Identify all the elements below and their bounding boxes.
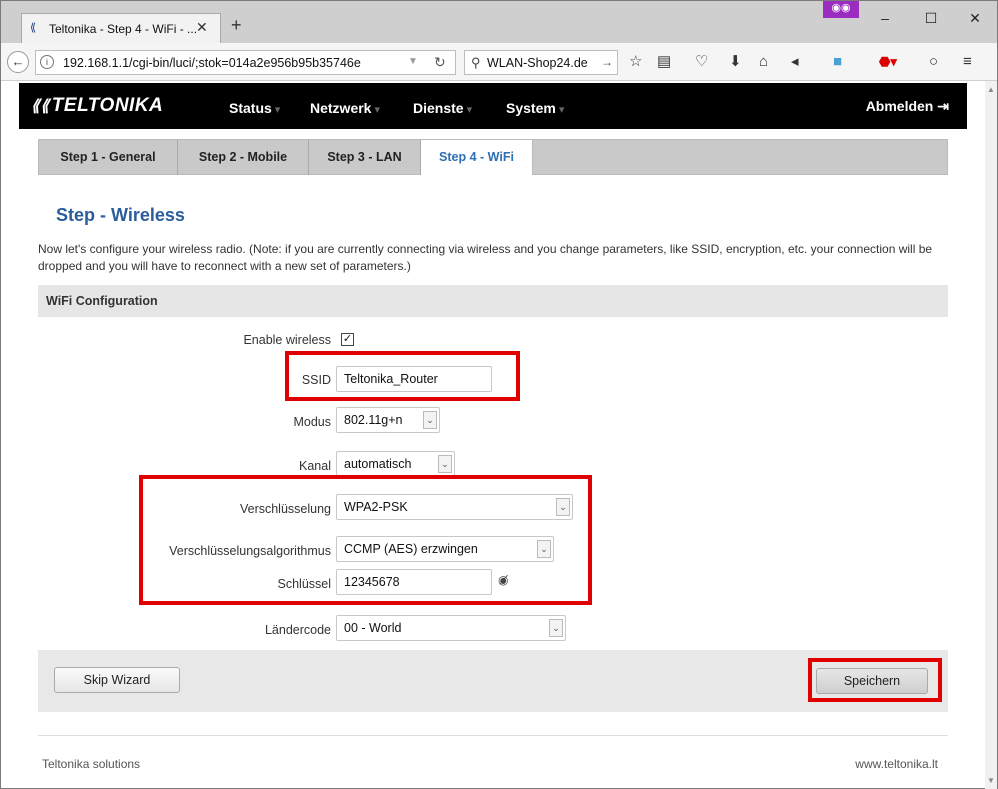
home-icon[interactable]: ⌂ (759, 54, 768, 70)
bookmark-star-icon[interactable]: ☆ (629, 54, 642, 70)
search-icon: ⚲ (471, 55, 481, 70)
minimize-button[interactable]: – (865, 5, 905, 31)
teltonika-favicon-icon: ⟪ (30, 22, 37, 34)
download-icon[interactable]: ⬇ (729, 54, 742, 70)
chevron-down-icon: ▾ (274, 104, 281, 116)
info-icon[interactable]: i (40, 55, 54, 69)
chevron-down-icon: ▾ (466, 104, 473, 116)
address-bar[interactable]: i 192.168.1.1/cgi-bin/luci/;stok=014a2e9… (35, 50, 456, 75)
enable-wireless-checkbox[interactable]: ✓ (341, 333, 354, 346)
footer-divider (38, 735, 948, 736)
enable-wireless-label: Enable wireless (243, 333, 331, 347)
section-title: WiFi Configuration (46, 294, 158, 308)
tab-title: Teltonika - Step 4 - WiFi - ... (49, 22, 198, 36)
mode-value: 802.11g+n (344, 413, 403, 427)
main-content: Step - Wireless Now let's configure your… (38, 175, 948, 787)
back-button[interactable]: ← (7, 51, 29, 73)
close-tab-icon[interactable]: ✕ (196, 19, 208, 36)
page-title: Step - Wireless (56, 205, 185, 225)
tab-step-1[interactable]: Step 1 - General (39, 140, 178, 175)
wizard-steps: Step 1 - General Step 2 - Mobile Step 3 … (38, 139, 948, 175)
title-bar: ⟪ Teltonika - Step 4 - WiFi - ... ✕ + ◉◉… (1, 1, 997, 43)
section-header: WiFi Configuration (38, 285, 948, 317)
logo-text: TELTONIKA (51, 95, 164, 116)
channel-label: Kanal (299, 459, 331, 473)
menu-services[interactable]: Dienste ▾ (413, 100, 472, 116)
scroll-up-icon[interactable]: ▲ (987, 85, 995, 94)
navigation-bar: ← i 192.168.1.1/cgi-bin/luci/;stok=014a2… (1, 43, 997, 81)
country-code-label: Ländercode (264, 623, 331, 637)
channel-value: automatisch (344, 457, 412, 471)
logout-icon: ⇥ (937, 98, 949, 114)
search-text: WLAN-Shop24.de (487, 56, 588, 70)
skip-wizard-button[interactable]: Skip Wizard (54, 667, 180, 693)
vertical-scrollbar[interactable]: ▲ ▼ (985, 81, 997, 789)
new-tab-button[interactable]: + (231, 16, 242, 34)
browser-window: ⟪ Teltonika - Step 4 - WiFi - ... ✕ + ◉◉… (0, 0, 998, 789)
search-bar[interactable]: ⚲ WLAN-Shop24.de → (464, 50, 618, 75)
logout-link[interactable]: Abmelden ⇥ (866, 98, 949, 115)
page-description: Now let's configure your wireless radio.… (38, 242, 933, 273)
highlight-ssid (285, 351, 520, 401)
hamburger-menu-icon[interactable]: ≡ (963, 54, 972, 70)
url-text: 192.168.1.1/cgi-bin/luci/;stok=014a2e956… (63, 56, 361, 70)
tab-step-3[interactable]: Step 3 - LAN (309, 140, 421, 175)
scroll-down-icon[interactable]: ▼ (987, 776, 995, 785)
menu-system[interactable]: System ▾ (506, 100, 564, 116)
reload-icon[interactable]: ↻ (434, 54, 446, 71)
action-bar: Skip Wizard Speichern (38, 650, 948, 712)
chevron-down-icon: ▾ (374, 104, 380, 116)
router-header: ⟪⟪ TELTONIKA Status ▾ Netzwerk ▾ Dienste ▾ S… (19, 83, 967, 129)
teltonika-logo-icon: ⟪⟪ (31, 98, 50, 115)
tab-step-4[interactable]: Step 4 - WiFi (421, 140, 533, 175)
teltonika-logo[interactable]: ⟪⟪ TELTONIKA (31, 95, 163, 117)
sync-icon[interactable]: ○ (929, 54, 938, 70)
browser-tab[interactable]: ⟪ Teltonika - Step 4 - WiFi - ... ✕ (21, 13, 221, 43)
chevron-down-icon: ⌄ (549, 619, 563, 637)
mode-label: Modus (293, 415, 331, 429)
extension-icon[interactable]: ■ (833, 54, 842, 70)
menu-network-label: Netzwerk (310, 100, 372, 116)
highlight-encryption (139, 475, 592, 605)
country-code-value: 00 - World (344, 621, 402, 635)
menu-status[interactable]: Status ▾ (229, 100, 280, 116)
url-dropdown-icon[interactable]: ▼ (408, 56, 418, 67)
search-go-icon[interactable]: → (601, 55, 613, 69)
country-code-select[interactable]: 00 - World ⌄ (336, 615, 566, 641)
menu-network[interactable]: Netzwerk ▾ (310, 100, 380, 116)
menu-services-label: Dienste (413, 100, 464, 116)
menu-status-label: Status (229, 100, 272, 116)
chevron-down-icon: ⌄ (438, 455, 452, 473)
private-browsing-mask-icon: ◉◉ (823, 1, 859, 18)
maximize-button[interactable]: ☐ (911, 5, 951, 31)
chevron-down-icon: ⌄ (423, 411, 437, 429)
mode-select[interactable]: 802.11g+n ⌄ (336, 407, 440, 433)
chevron-down-icon: ▾ (558, 104, 565, 116)
menu-system-label: System (506, 100, 556, 116)
reading-list-icon[interactable]: ▤ (657, 54, 671, 70)
adblock-icon[interactable]: ⬣▾ (879, 54, 897, 70)
close-window-button[interactable]: ✕ (955, 5, 995, 31)
logout-label: Abmelden (865, 98, 934, 114)
tab-step-2[interactable]: Step 2 - Mobile (178, 140, 309, 175)
channel-select[interactable]: automatisch ⌄ (336, 451, 455, 477)
footer-left-text: Teltonika solutions (42, 757, 141, 771)
footer-right-text: www.teltonika.lt (855, 757, 938, 771)
share-icon[interactable]: ◂ (791, 54, 799, 70)
highlight-save (808, 658, 942, 702)
pocket-icon[interactable]: ♡ (695, 54, 708, 70)
